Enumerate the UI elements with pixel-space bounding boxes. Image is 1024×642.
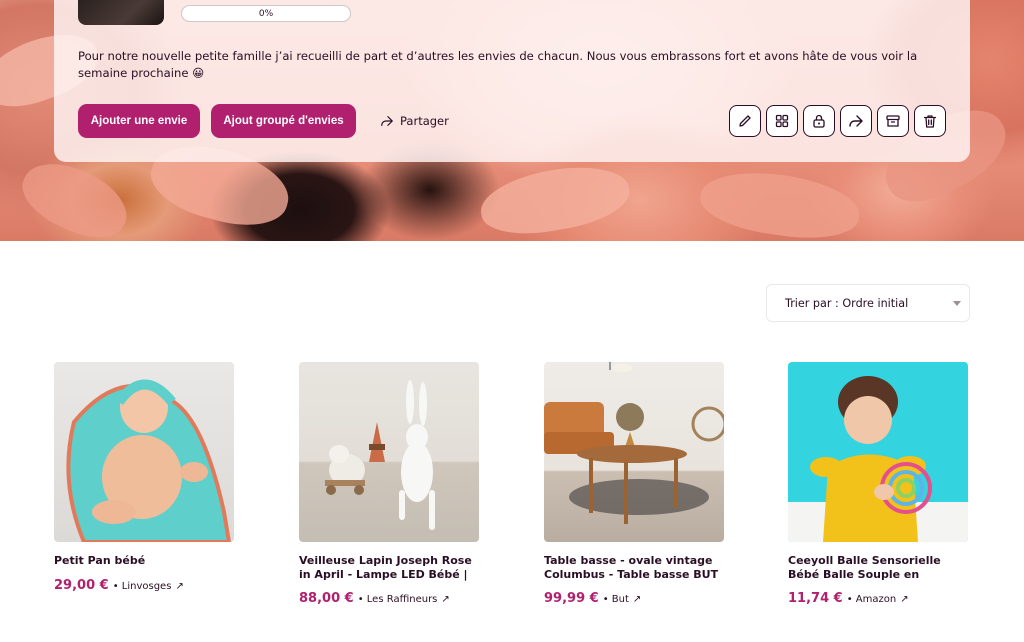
layout-button[interactable] — [766, 105, 798, 137]
share-icon — [849, 115, 863, 127]
product-price-line: 11,74 € • Amazon ↗ — [788, 591, 978, 606]
avatar — [78, 0, 164, 25]
pencil-icon — [739, 115, 751, 127]
add-wish-button[interactable]: Ajouter une envie — [78, 104, 200, 138]
product-price: 88,00 € — [299, 591, 354, 606]
product-card[interactable]: Veilleuse Lapin Joseph Rose in April - L… — [299, 362, 489, 606]
share-icon-button[interactable] — [840, 105, 872, 137]
wishlist-description: Pour notre nouvelle petite famille j’ai … — [78, 49, 918, 80]
product-image[interactable] — [788, 362, 968, 542]
sort-select[interactable]: Trier par : Ordre initial — [766, 284, 970, 322]
external-link-icon[interactable]: ↗ — [900, 594, 908, 605]
product-price: 29,00 € — [54, 577, 109, 593]
product-price: 11,74 € — [788, 591, 843, 606]
share-label: Partager — [400, 114, 449, 128]
product-title[interactable]: Table basse - ovale vintage Columbus - T… — [544, 554, 724, 581]
product-title[interactable]: Veilleuse Lapin Joseph Rose in April - L… — [299, 554, 479, 581]
progress-bar: 0% — [181, 5, 351, 22]
product-store[interactable]: • But — [603, 594, 629, 605]
lock-icon — [813, 114, 825, 128]
edit-button[interactable] — [729, 105, 761, 137]
product-store[interactable]: • Amazon — [847, 594, 897, 605]
product-price-line: 29,00 € • Linvosges ↗ — [54, 578, 244, 593]
progress-text: 0% — [258, 8, 274, 19]
product-title[interactable]: Petit Pan bébé — [54, 554, 234, 568]
product-price-line: 99,99 € • But ↗ — [544, 591, 734, 606]
group-add-button[interactable]: Ajout groupé d'envies — [211, 104, 356, 138]
product-card[interactable]: Petit Pan bébé 29,00 € • Linvosges ↗ — [54, 362, 244, 593]
product-store[interactable]: • Linvosges — [113, 581, 172, 592]
archive-button[interactable] — [877, 105, 909, 137]
share-arrow-icon — [381, 116, 393, 126]
product-image[interactable] — [299, 362, 479, 542]
product-image[interactable] — [54, 362, 234, 542]
trash-icon — [923, 115, 937, 128]
grid-icon — [775, 114, 789, 128]
product-image[interactable] — [544, 362, 724, 542]
product-store[interactable]: • Les Raffineurs — [358, 594, 438, 605]
product-price-line: 88,00 € • Les Raffineurs ↗ — [299, 591, 489, 606]
product-card[interactable]: Table basse - ovale vintage Columbus - T… — [544, 362, 734, 606]
archive-icon — [886, 115, 900, 127]
product-title[interactable]: Ceeyoll Balle Sensorielle Bébé Balle Sou… — [788, 554, 968, 581]
product-price: 99,99 € — [544, 591, 599, 606]
product-card[interactable]: Ceeyoll Balle Sensorielle Bébé Balle Sou… — [788, 362, 978, 606]
external-link-icon[interactable]: ↗ — [175, 581, 183, 592]
delete-button[interactable] — [914, 105, 946, 137]
external-link-icon[interactable]: ↗ — [441, 594, 449, 605]
external-link-icon[interactable]: ↗ — [633, 594, 641, 605]
privacy-button[interactable] — [803, 105, 835, 137]
chevron-down-icon — [953, 301, 961, 306]
share-link[interactable]: Partager — [380, 112, 449, 130]
sort-label: Trier par : Ordre initial — [785, 296, 909, 310]
